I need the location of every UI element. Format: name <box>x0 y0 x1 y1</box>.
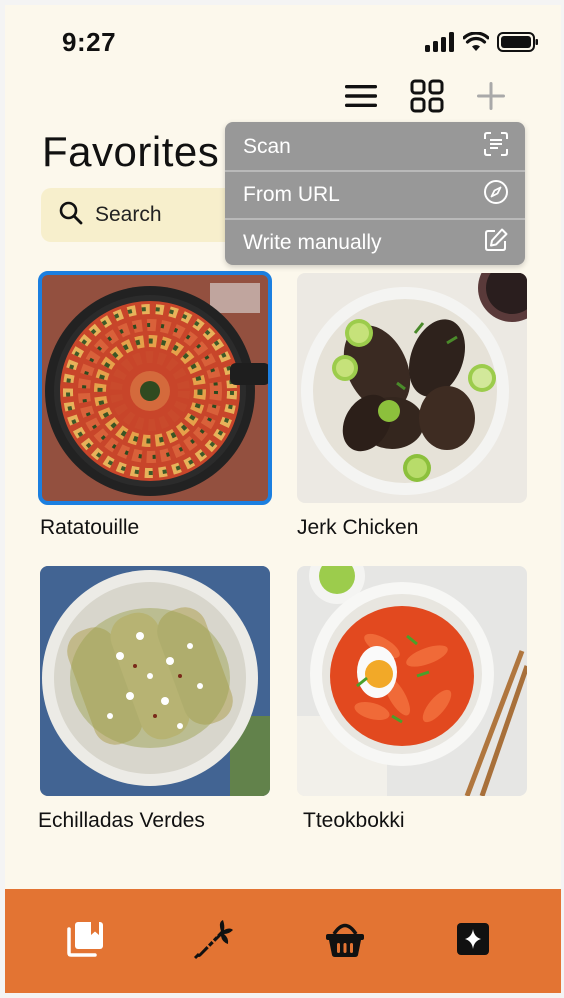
recipe-name[interactable]: Echilladas Verdes <box>38 809 205 833</box>
sparkle-icon <box>455 921 491 962</box>
plus-icon <box>475 80 507 117</box>
battery-icon <box>497 31 539 58</box>
menu-button[interactable] <box>341 78 381 118</box>
hamburger-icon <box>344 83 378 114</box>
recipe-card[interactable]: Jerk Chicken <box>297 273 527 539</box>
nav-shopping[interactable] <box>323 919 367 963</box>
compass-icon <box>483 179 509 211</box>
recipe-name[interactable]: Jerk Chicken <box>297 516 418 540</box>
add-button[interactable] <box>471 78 511 118</box>
signal-icon <box>425 32 455 57</box>
recipe-name[interactable]: Tteokbokki <box>303 809 405 833</box>
recipe-image-jerk-chicken[interactable] <box>297 273 527 503</box>
nav-favorites[interactable] <box>63 919 107 963</box>
menu-item-label: From URL <box>243 183 340 206</box>
add-recipe-menu: Scan From URL Write manually <box>225 122 525 265</box>
nav-ingredients[interactable] <box>192 919 236 963</box>
menu-item-label: Write manually <box>243 231 382 254</box>
menu-item-from-url[interactable]: From URL <box>225 172 525 218</box>
app-screen: 9:27 Favorites Search Ratatouille Jerk C… <box>5 5 561 993</box>
scan-icon <box>483 131 509 163</box>
basket-icon <box>324 919 366 964</box>
recipe-image-tteokbokki[interactable] <box>297 566 527 796</box>
recipe-card[interactable]: Tteokbokki <box>297 566 527 832</box>
nav-ai-assistant[interactable] <box>451 919 495 963</box>
grid-view-icon <box>410 79 444 118</box>
recipe-image-enchiladas[interactable] <box>40 566 270 796</box>
menu-item-write-manually[interactable]: Write manually <box>225 220 525 265</box>
recipe-name[interactable]: Ratatouille <box>40 516 139 540</box>
menu-item-scan[interactable]: Scan <box>225 124 525 170</box>
search-placeholder: Search <box>95 203 162 226</box>
carrot-icon <box>193 918 235 965</box>
status-icons <box>425 31 539 58</box>
bottom-nav <box>5 889 561 993</box>
recipe-image-ratatouille[interactable] <box>38 271 272 505</box>
recipe-card[interactable]: Ratatouille <box>38 271 272 539</box>
edit-icon <box>483 227 509 259</box>
menu-item-label: Scan <box>243 135 291 158</box>
recipe-card[interactable]: Echilladas Verdes <box>38 566 270 832</box>
page-title: Favorites <box>42 128 220 175</box>
recipe-book-icon <box>65 919 105 964</box>
status-time: 9:27 <box>62 27 117 57</box>
wifi-icon <box>462 31 490 57</box>
grid-view-button[interactable] <box>407 78 447 118</box>
search-icon <box>59 201 83 230</box>
